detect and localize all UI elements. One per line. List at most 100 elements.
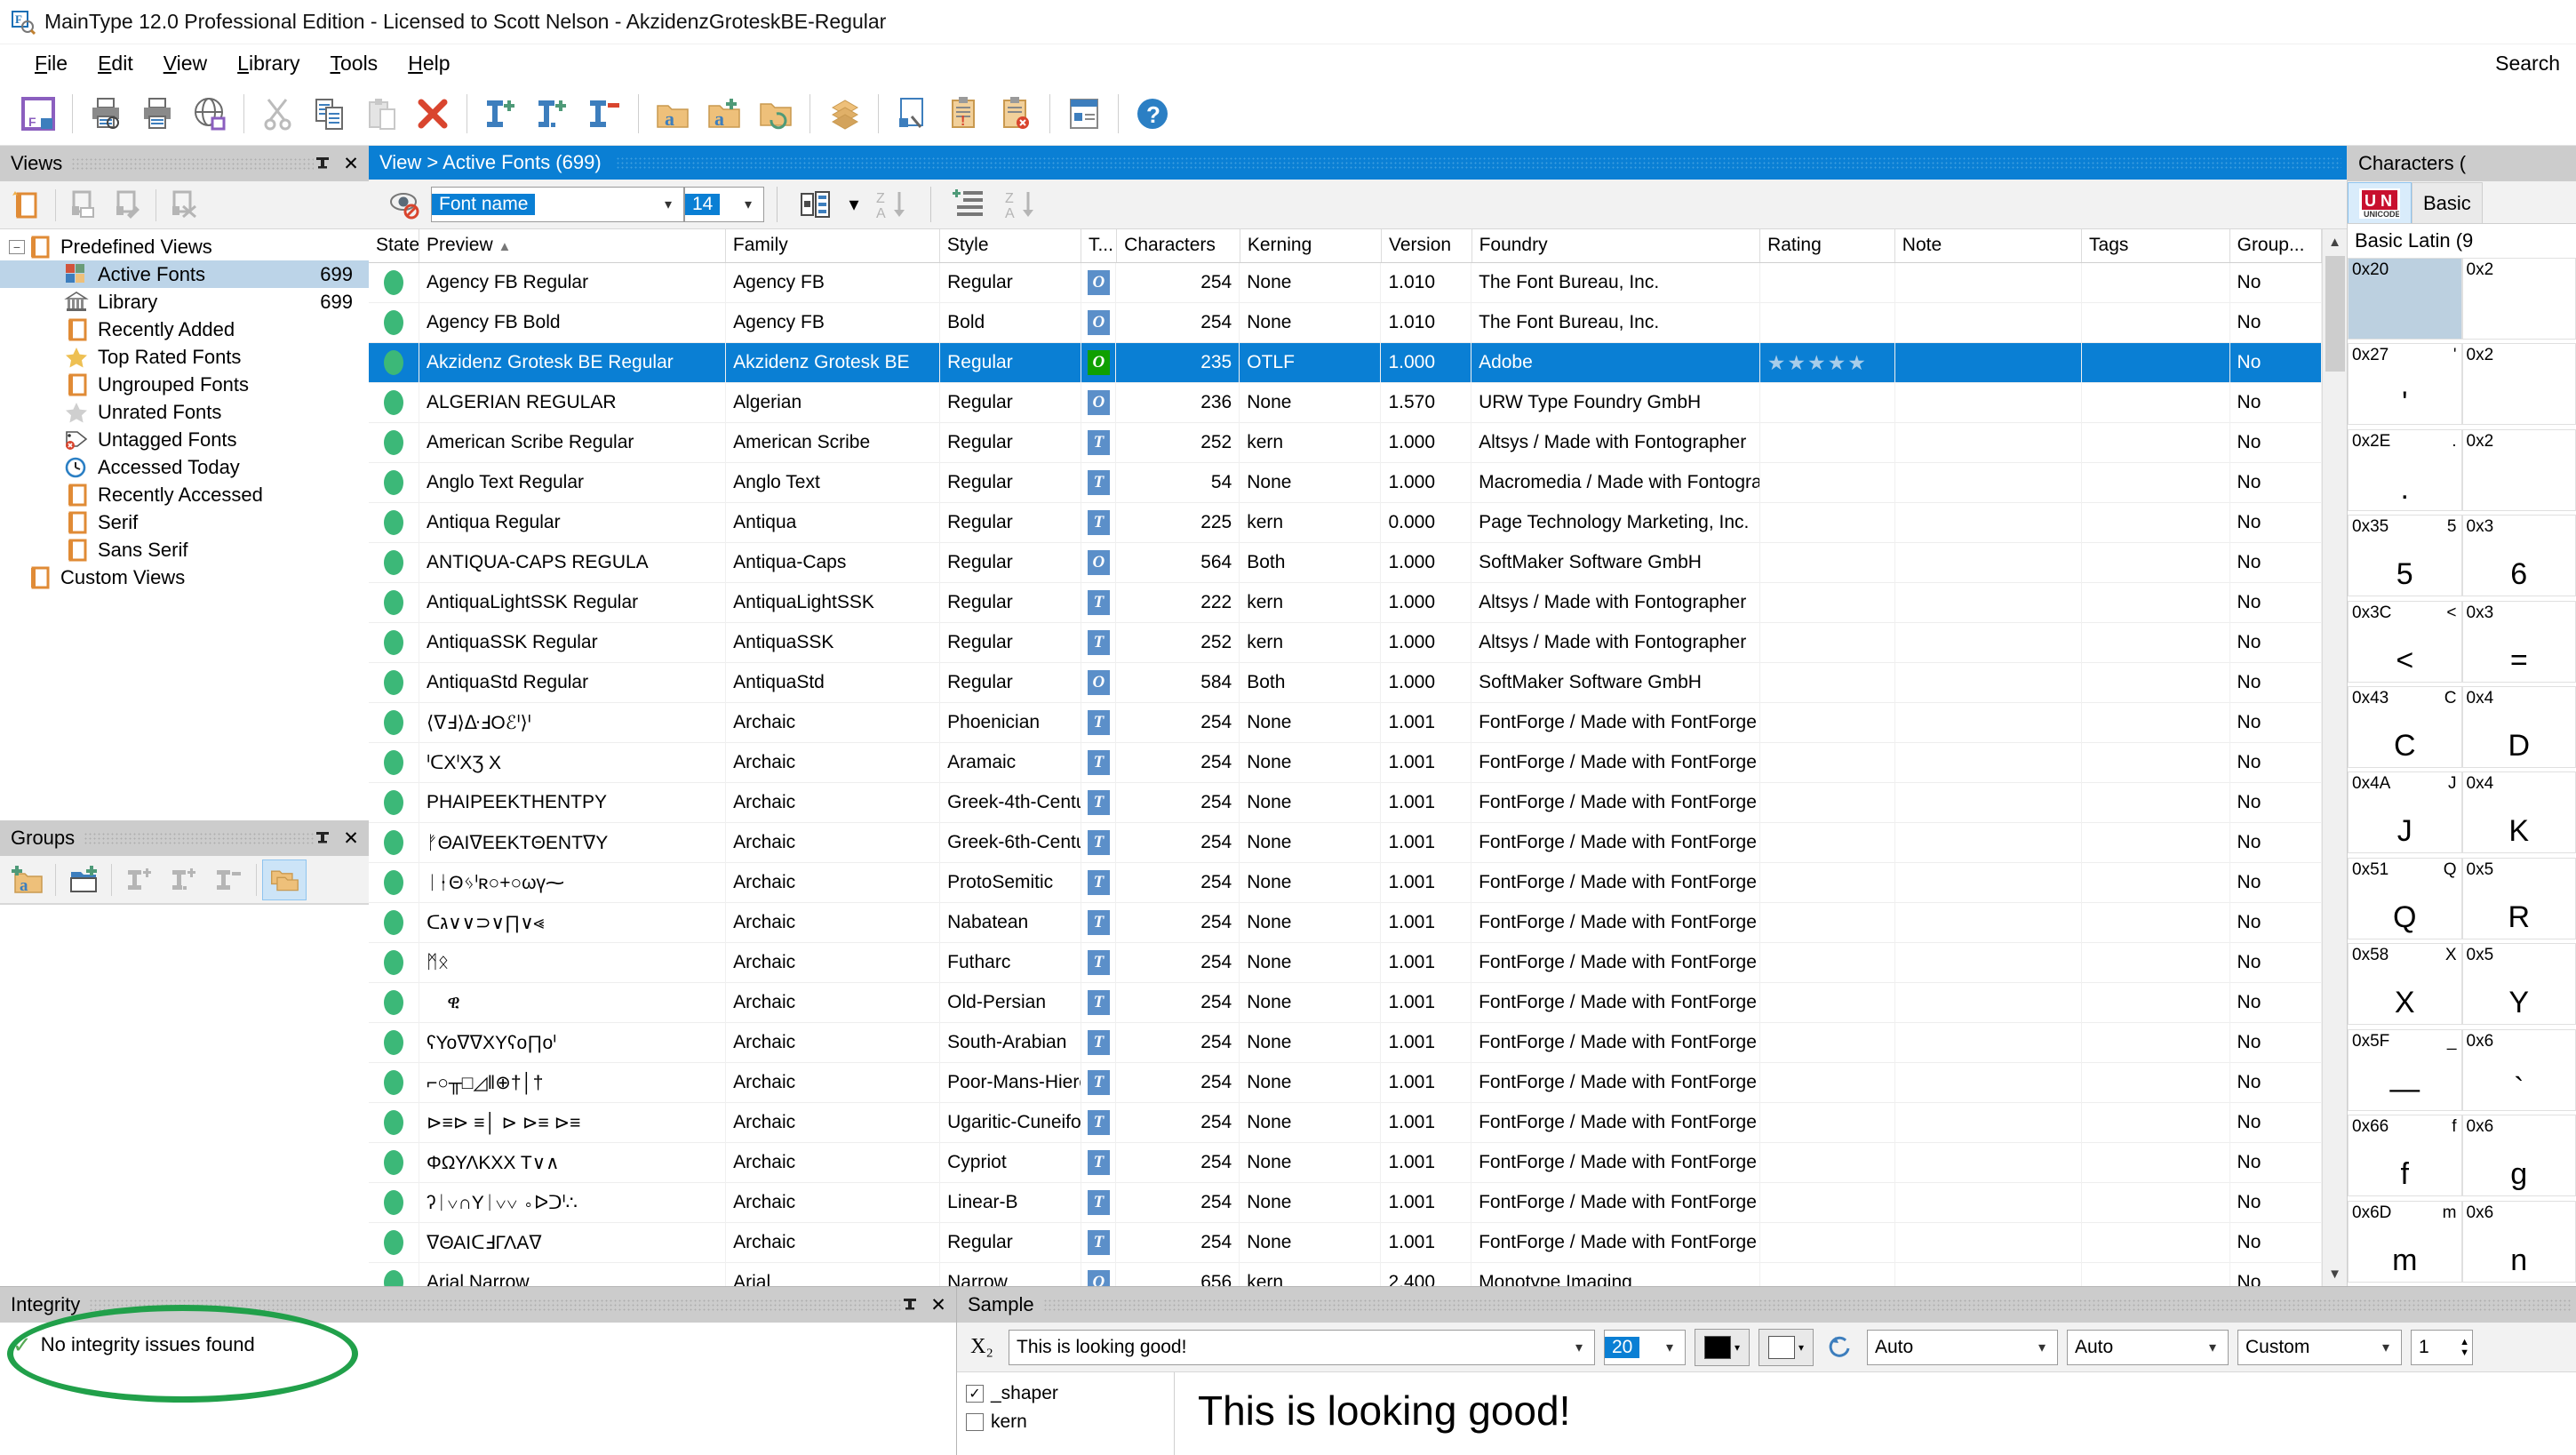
font-table-scrollbar[interactable]: ▲ ▼	[2322, 229, 2347, 1286]
table-row[interactable]: ᛗᛟ Archaic Futharc T 254 None 1.001 FontForge /…	[369, 943, 2322, 983]
character-cell[interactable]: 0x2E..	[2348, 429, 2462, 511]
table-row[interactable]: PHAIPEEKTHENTPY Archaic Greek-4th-Centur T 2…	[369, 783, 2322, 823]
delete-view-icon[interactable]	[162, 185, 206, 226]
close-icon[interactable]: ✕	[339, 153, 363, 175]
show-groups-icon[interactable]	[262, 859, 307, 900]
new-view-icon[interactable]	[5, 185, 50, 226]
menu-edit[interactable]: Edit	[83, 48, 148, 79]
table-row[interactable]: ዁዗ ≪዁ ዗዗ ዁዁ ዗ዊ Archaic Old-Persian T 254 None…	[369, 983, 2322, 1023]
table-row[interactable]: ᐁΘΑIᑕℲΓΛAᐁ Archaic Regular T 254 None 1.001 Fon…	[369, 1223, 2322, 1263]
column-chooser-icon[interactable]	[790, 179, 841, 230]
sample-size-combo[interactable]: 20 ▾	[1604, 1330, 1686, 1365]
integrity-error-icon[interactable]	[990, 88, 1041, 140]
table-row[interactable]: ᛁᛂΘᛃᑊʀ○+○ωү⁓ Archaic ProtoSemitic T 254 None 1…	[369, 863, 2322, 903]
hide-preview-icon[interactable]	[379, 179, 431, 230]
layout-icon[interactable]	[1058, 88, 1110, 140]
table-row[interactable]: AntiquaSSK Regular AntiquaSSK Regular T 252 k…	[369, 623, 2322, 663]
column-header-note[interactable]: Note	[1895, 229, 2082, 262]
delete-icon[interactable]	[407, 88, 459, 140]
tab-unicode[interactable]: U N UNICODE	[2348, 182, 2412, 223]
activate-group-icon[interactable]	[117, 859, 162, 900]
spinner-arrows[interactable]: ▲ ▼	[2460, 1337, 2472, 1358]
spinner-down-icon[interactable]: ▼	[2460, 1347, 2469, 1358]
menu-library[interactable]: Library	[222, 48, 315, 79]
column-header-characters[interactable]: Characters	[1117, 229, 1240, 262]
drag-grip[interactable]	[84, 832, 314, 844]
sample-text-input[interactable]: This is looking good! ▾	[1009, 1330, 1595, 1365]
paste-icon[interactable]	[355, 88, 407, 140]
character-cell[interactable]: 0x66 f f	[2348, 1115, 2462, 1196]
background-color-picker[interactable]: ▾	[1759, 1329, 1814, 1366]
character-cell[interactable]: 0x4 K	[2462, 771, 2576, 853]
chevron-down-icon[interactable]: ▾	[733, 196, 763, 213]
font-name-filter[interactable]: Font name ▾	[431, 187, 684, 222]
column-header-tags[interactable]: Tags	[2082, 229, 2230, 262]
table-row[interactable]: ⟨ᐁℲ⟩ᐏℲOℰᑊ⟩ᑊ Archaic Phoenician T 254 None 1.00…	[369, 703, 2322, 743]
table-row[interactable]: Agency FB Regular Agency FB Regular O 254 Non…	[369, 263, 2322, 303]
repair-icon[interactable]	[887, 88, 938, 140]
character-cell[interactable]: 0x2	[2462, 343, 2576, 425]
pin-icon[interactable]	[901, 1296, 926, 1314]
table-row[interactable]: Anglo Text Regular Anglo Text Regular T 54 No…	[369, 463, 2322, 503]
add-font-folder-icon[interactable]: a	[698, 88, 750, 140]
character-cell[interactable]: 0x43 C C	[2348, 686, 2462, 768]
sort-za-secondary-icon[interactable]: Z A	[995, 179, 1047, 230]
table-row[interactable]: Agency FB Bold Agency FB Bold O 254 None 1.010…	[369, 303, 2322, 343]
print-icon[interactable]	[132, 88, 184, 140]
table-row[interactable]: ʕYoᐁᐁXYʕo∏oᑊ Archaic South-Arabian T 254 None…	[369, 1023, 2322, 1063]
character-cell[interactable]: 0x6 `	[2462, 1029, 2576, 1111]
tree-item-custom-views[interactable]: Custom Views	[0, 564, 369, 591]
deactivate-group-icon[interactable]	[206, 859, 251, 900]
integrity-warning-icon[interactable]: !	[938, 88, 990, 140]
spinner-up-icon[interactable]: ▲	[2460, 1337, 2469, 1347]
character-cell[interactable]: 0x5F _ —	[2348, 1029, 2462, 1111]
character-cell[interactable]: 0x6 n	[2462, 1201, 2576, 1283]
character-cell[interactable]: 0x3C < <	[2348, 601, 2462, 683]
column-header-family[interactable]: Family	[726, 229, 940, 262]
foreground-color-picker[interactable]: ▾	[1695, 1329, 1750, 1366]
pin-icon[interactable]	[314, 829, 339, 847]
help-icon[interactable]: ?	[1127, 88, 1178, 140]
character-cell[interactable]: 0x5 R	[2462, 858, 2576, 939]
feature-row-kern[interactable]: kern	[966, 1408, 1165, 1436]
character-cell[interactable]: 0x3 6	[2462, 515, 2576, 596]
view-properties-icon[interactable]	[61, 185, 106, 226]
character-cell[interactable]: 0x51 Q Q	[2348, 858, 2462, 939]
new-group-folder-icon[interactable]	[61, 859, 106, 900]
script-combo[interactable]: Auto ▾	[1867, 1330, 2058, 1365]
save-icon[interactable]: F	[12, 88, 64, 140]
character-cell[interactable]: 0x6D m m	[2348, 1201, 2462, 1283]
column-header-foundry[interactable]: Foundry	[1472, 229, 1761, 262]
column-header-type[interactable]: T...	[1081, 229, 1117, 262]
chevron-down-icon[interactable]: ▾	[1564, 1339, 1594, 1356]
tree-item-unrated-fonts[interactable]: Unrated Fonts	[0, 398, 369, 426]
close-icon[interactable]: ✕	[339, 827, 363, 850]
character-cell[interactable]: 0x4A J J	[2348, 771, 2462, 853]
tree-item-recently-accessed[interactable]: Recently Accessed	[0, 481, 369, 508]
deactivate-font-icon[interactable]	[578, 88, 630, 140]
groups-list[interactable]	[0, 904, 369, 1286]
copy-icon[interactable]	[304, 88, 355, 140]
reset-icon[interactable]	[1822, 1329, 1858, 1366]
tree-item-serif[interactable]: Serif	[0, 508, 369, 536]
table-row[interactable]: Akzidenz Grotesk BE Regular Akzidenz Grot…	[369, 343, 2322, 383]
table-row[interactable]: ʔᛁ∨∩Υᛁ∨∨ ∘ᐅᑐᑊ∴ Archaic Linear-B T 254 None 1.0…	[369, 1183, 2322, 1223]
tree-item-predefined-views[interactable]: − Predefined Views	[0, 233, 369, 260]
character-cell[interactable]: 0x20	[2348, 258, 2462, 340]
subscript-button[interactable]: X₂	[964, 1329, 1000, 1366]
tab-basic[interactable]: Basic	[2412, 182, 2483, 223]
preview-size-combo[interactable]: 14 ▾	[684, 187, 764, 222]
shaper-checkbox[interactable]: ✓	[966, 1385, 984, 1403]
scroll-down-icon[interactable]: ▼	[2323, 1261, 2348, 1286]
chevron-down-icon[interactable]: ▾	[1798, 1341, 1804, 1354]
chevron-down-icon[interactable]: ▾	[2027, 1339, 2057, 1356]
column-header-group[interactable]: Group...	[2230, 229, 2322, 262]
tree-item-sans-serif[interactable]: Sans Serif	[0, 536, 369, 564]
table-row[interactable]: Antiqua Regular Antiqua Regular T 225 kern 0.0…	[369, 503, 2322, 543]
table-row[interactable]: AntiquaStd Regular AntiquaStd Regular O 584 B…	[369, 663, 2322, 703]
drag-grip[interactable]	[71, 157, 314, 170]
character-cell[interactable]: 0x2	[2462, 258, 2576, 340]
tree-item-untagged-fonts[interactable]: Untagged Fonts	[0, 426, 369, 453]
table-row[interactable]: AntiquaLightSSK Regular AntiquaLightSSK Re…	[369, 583, 2322, 623]
menu-file[interactable]: File	[20, 48, 83, 79]
